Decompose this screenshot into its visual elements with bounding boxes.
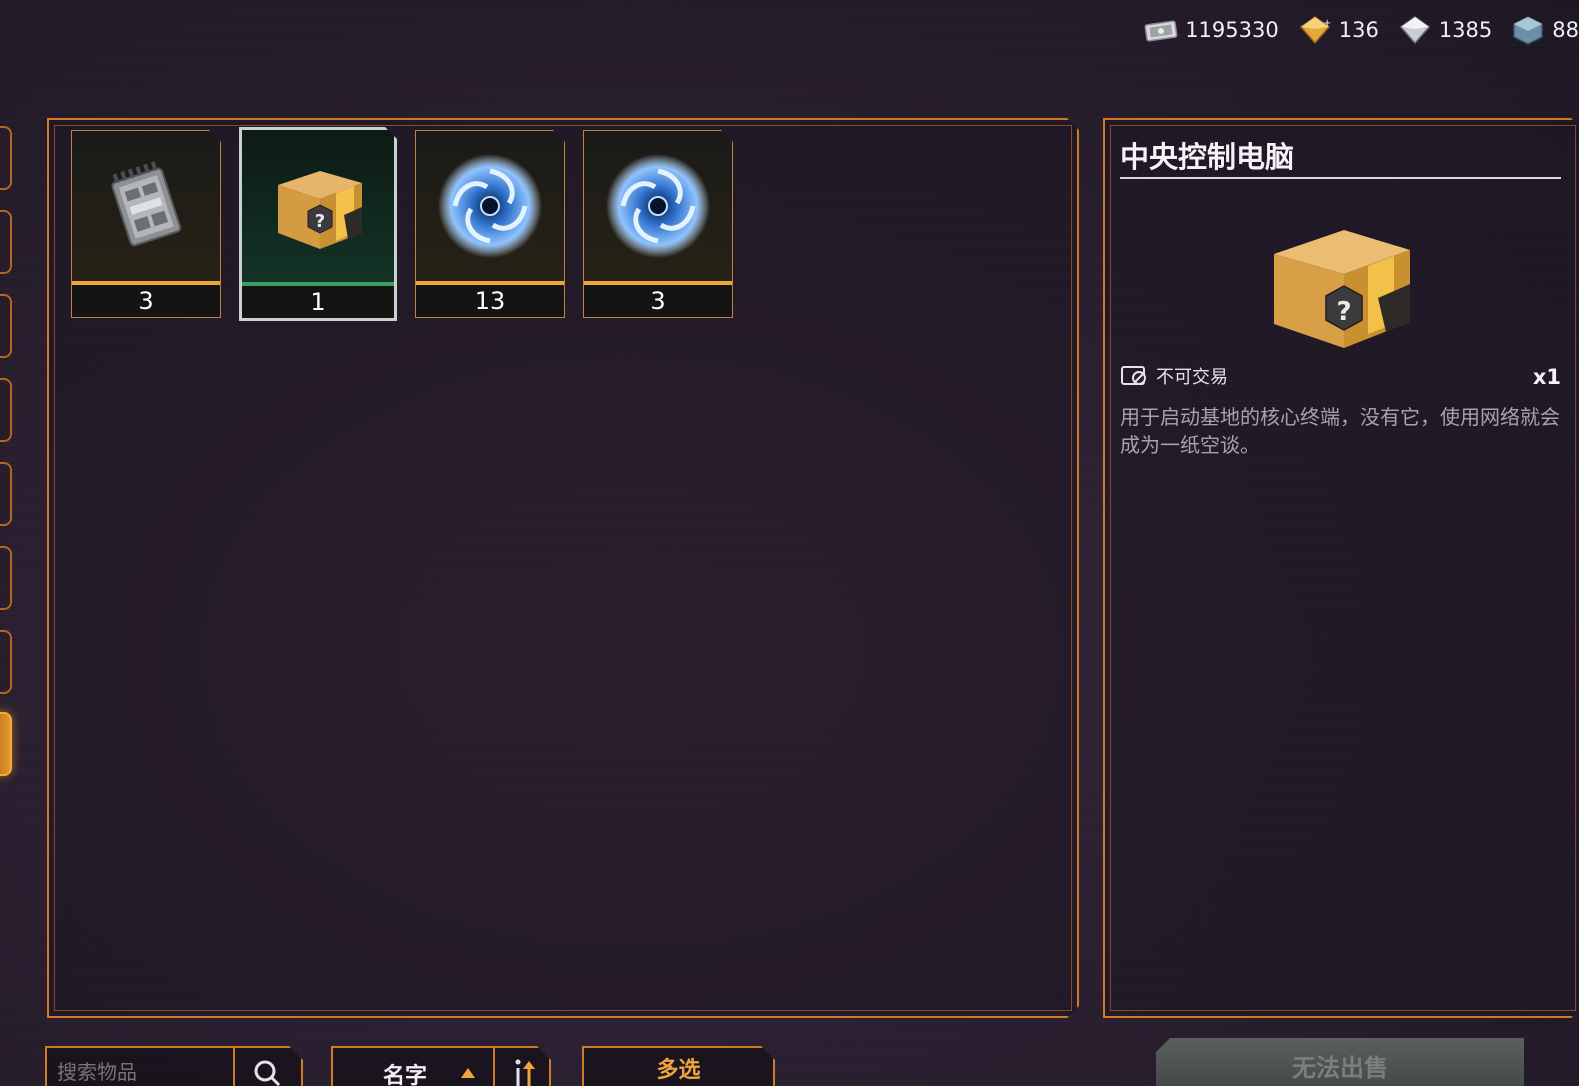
item-count: 13 (416, 285, 564, 317)
title-divider (1120, 177, 1561, 179)
sort-selector[interactable]: 名字 (331, 1046, 551, 1086)
mystery-box-icon: ? (1260, 208, 1420, 356)
sort-order-icon[interactable] (511, 1058, 537, 1086)
currency-value: 1385 (1438, 18, 1493, 42)
cash-ticket-icon (1144, 20, 1178, 42)
no-trade-icon (1120, 364, 1148, 388)
category-tab[interactable] (0, 294, 12, 358)
currency-value: 136 (1338, 18, 1379, 42)
item-art: ? (242, 130, 394, 280)
item-slot-selected[interactable]: ? 1 (239, 127, 397, 321)
search-input[interactable] (57, 1060, 227, 1084)
category-tab[interactable] (0, 630, 12, 694)
currency-value: 88 (1552, 18, 1579, 42)
sort-divider (493, 1048, 495, 1086)
category-tab[interactable] (0, 546, 12, 610)
item-slot[interactable]: 3 (71, 130, 221, 318)
category-tab[interactable] (0, 126, 12, 190)
item-description: 用于启动基地的核心终端，没有它，使用网络就会成为一纸空谈。 (1120, 405, 1560, 457)
item-slot[interactable]: 3 (583, 130, 733, 318)
category-tab-active[interactable] (0, 712, 12, 776)
item-count: 3 (584, 285, 732, 317)
currency-cube: 88 (1510, 15, 1579, 45)
currency-bar: 1195330 + 136 1385 88 (1143, 10, 1579, 50)
category-tab[interactable] (0, 378, 12, 442)
multi-select-button[interactable]: 多选 (582, 1046, 775, 1086)
category-tab[interactable] (0, 462, 12, 526)
item-art (584, 131, 732, 281)
blue-vortex-orb-icon (425, 141, 555, 271)
sell-button[interactable]: 无法出售 (1156, 1038, 1524, 1086)
item-art (416, 131, 564, 281)
tradable-label: 不可交易 (1156, 367, 1228, 388)
sort-label: 名字 (383, 1064, 428, 1086)
svg-text:?: ? (315, 211, 325, 232)
mystery-box-icon: ? (258, 145, 378, 265)
item-title: 中央控制电脑 (1120, 140, 1295, 174)
search-divider (233, 1048, 235, 1086)
item-detail-panel: 中央控制电脑 ? 不可交易 x1 用于启动基地的核心终端，没有它，使用网络就会成… (1103, 118, 1579, 1018)
circuit-chip-icon (86, 146, 206, 266)
search-box (45, 1046, 303, 1086)
svg-text:+: + (1323, 18, 1331, 29)
search-icon[interactable] (252, 1058, 282, 1086)
item-slot[interactable]: 13 (415, 130, 565, 318)
currency-silver: 1385 (1397, 15, 1492, 45)
sort-arrow-icon (461, 1068, 475, 1078)
inventory-panel: 3 ? 1 13 3 (47, 118, 1079, 1018)
item-count: 3 (72, 285, 220, 317)
blue-vortex-orb-icon (593, 141, 723, 271)
tradable-status: 不可交易 (1120, 363, 1228, 389)
currency-gold: + 136 (1297, 15, 1379, 45)
item-quantity: x1 (1532, 365, 1561, 389)
currency-cash: 1195330 (1143, 15, 1279, 45)
silver-crystal-icon (1399, 16, 1430, 45)
item-art (72, 131, 220, 281)
blue-cube-icon (1513, 16, 1544, 45)
item-grid: 3 ? 1 13 3 (71, 130, 733, 321)
svg-text:?: ? (1336, 297, 1351, 327)
currency-value: 1195330 (1185, 18, 1279, 42)
item-count: 1 (242, 286, 394, 318)
gold-crystal-icon: + (1299, 16, 1331, 45)
category-tab[interactable] (0, 210, 12, 274)
